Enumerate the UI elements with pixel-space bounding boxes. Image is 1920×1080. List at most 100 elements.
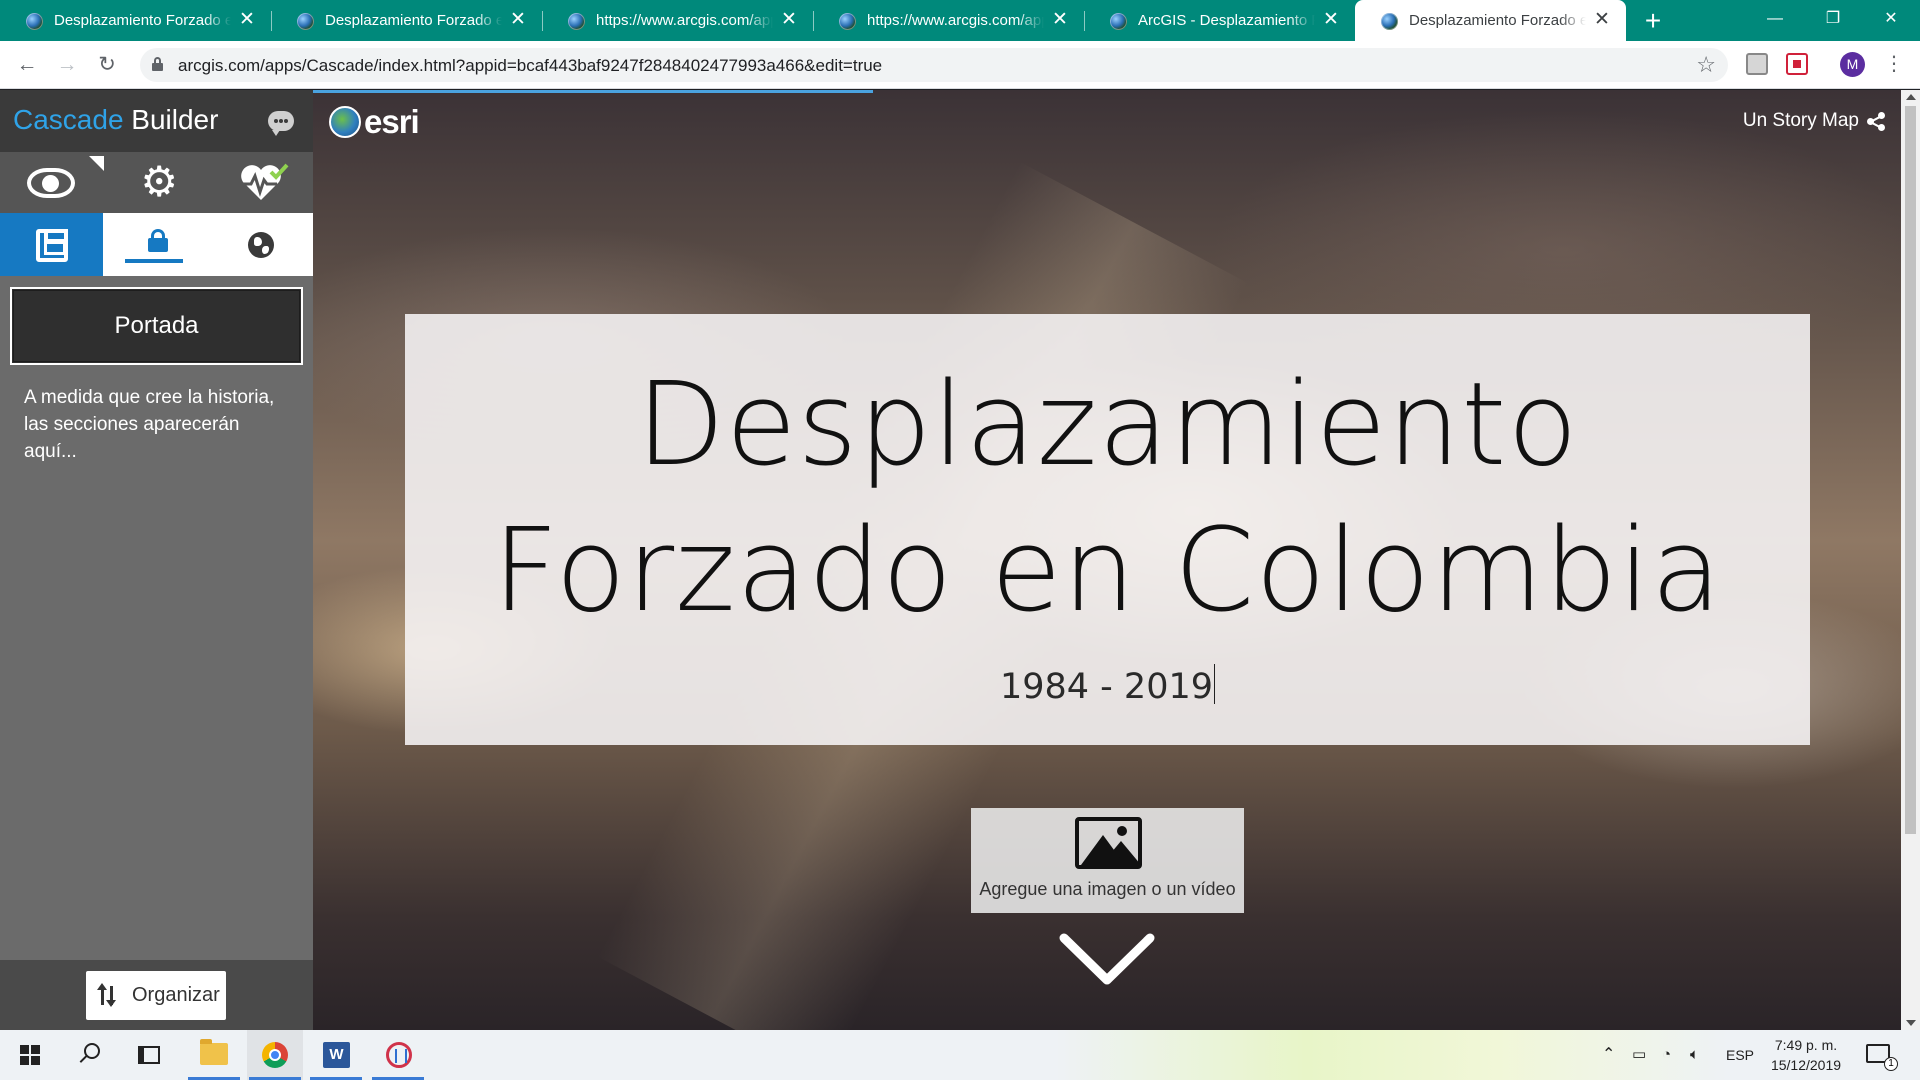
esri-logo[interactable]: esri [329,103,420,141]
system-clock[interactable]: 7:49 p. m. 15/12/2019 [1760,1035,1852,1075]
save-button[interactable] [0,213,103,276]
chrome-taskbar-button[interactable] [247,1030,303,1080]
arcgis-favicon-icon [26,13,43,30]
cover-title-card: Desplazamiento Forzado en Colombia 1984 … [405,314,1810,745]
restore-window-button[interactable]: ❐ [1804,0,1862,41]
gear-icon: ⚙ [140,158,178,205]
show-hidden-icons-chevron-icon[interactable]: ⌃ [1602,1030,1615,1080]
esri-globe-icon [329,106,361,138]
close-tab-icon[interactable]: ✕ [1050,10,1070,30]
close-tab-icon[interactable]: ✕ [237,10,257,30]
task-view-icon[interactable] [138,1046,160,1064]
browser-menu-icon[interactable]: ⋮ [1884,50,1904,80]
chevron-down-icon[interactable] [1058,930,1156,990]
chrome-icon [262,1042,288,1068]
lock-icon [148,229,168,252]
close-tab-icon[interactable]: ✕ [1592,10,1612,30]
bookmark-star-icon[interactable]: ☆ [1696,52,1716,78]
story-subtitle: 1984 - 2019 [999,667,1214,707]
floppy-save-icon [36,229,68,262]
snipping-tool-icon [386,1042,412,1068]
eye-icon [27,168,75,198]
health-check-icon [238,163,289,200]
arcgis-favicon-icon [568,13,585,30]
new-tab-button[interactable]: + [1626,0,1680,41]
search-icon[interactable] [78,1043,100,1065]
word-taskbar-button[interactable]: W [308,1030,364,1080]
sort-arrows-icon [97,983,116,1007]
url-text: arcgis.com/apps/Cascade/index.html?appid… [178,56,883,75]
share-public-button[interactable] [208,213,313,276]
profile-avatar[interactable]: M [1840,52,1865,77]
settings-button[interactable]: ⚙ [104,152,208,213]
add-media-label: Agregue una imagen o un vídeo [979,879,1236,899]
browser-tab-active[interactable]: Desplazamiento Forzado en Colombia ✕ [1355,0,1626,41]
volume-icon[interactable]: 🔈︎ [1690,1030,1699,1080]
tab-title: Desplazamiento Forzado en Colombia [54,12,231,29]
scroll-up-arrow-icon[interactable] [1906,94,1916,100]
forward-arrow-icon[interactable]: → [52,51,82,81]
text-cursor [1214,664,1216,704]
story-cover-stage: esri Un Story Map Desplazamiento Forzado… [313,90,1901,1030]
builder-actions-toolbar [0,213,313,276]
file-explorer-button[interactable] [186,1030,242,1080]
section-item-cover[interactable]: Portada [10,287,303,365]
browser-tab[interactable]: Desplazamiento Forzado en Colombia ✕ [271,0,542,41]
tab-title: https://www.arcgis.com/apps/ [596,12,773,29]
scroll-down-arrow-icon[interactable] [1906,1020,1916,1026]
tab-title: Desplazamiento Forzado en Colombia [1409,12,1586,29]
tab-title: https://www.arcgis.com/apps/ [867,12,1044,29]
windows-taskbar: W ⌃ ▭ ◔ 🔈︎ ESP 7:49 p. m. 15/12/2019 1 [0,1030,1920,1080]
arcgis-favicon-icon [297,13,314,30]
start-button[interactable] [2,1030,58,1080]
scrollbar-thumb[interactable] [1905,106,1916,834]
snipping-tool-button[interactable] [370,1030,426,1080]
page-scrollbar[interactable] [1901,90,1920,1030]
wifi-icon[interactable]: ◔ [1662,1030,1671,1080]
image-icon [1075,817,1142,869]
notification-count-badge: 1 [1884,1057,1898,1071]
builder-mode-toolbar: ⚙ [0,152,313,213]
builder-footer: Organizar [0,960,313,1030]
extension-icon[interactable] [1746,53,1768,75]
sections-hint: A medida que cree la historia, las secci… [24,387,275,462]
back-arrow-icon[interactable]: ← [12,51,42,81]
close-window-button[interactable]: ✕ [1862,0,1920,41]
minimize-window-button[interactable]: — [1746,0,1804,41]
close-tab-icon[interactable]: ✕ [508,10,528,30]
globe-icon [248,232,274,258]
add-media-button[interactable]: Agregue una imagen o un vídeo [971,808,1244,913]
organize-button[interactable]: Organizar [86,971,226,1020]
extension-icon[interactable] [1786,53,1808,75]
browser-toolbar: ← → ↻ arcgis.com/apps/Cascade/index.html… [0,41,1920,89]
close-tab-icon[interactable]: ✕ [779,10,799,30]
story-title[interactable]: Desplazamiento Forzado en Colombia [405,352,1810,644]
browser-tab[interactable]: ArcGIS - Desplazamiento Forzado ✕ [1084,0,1355,41]
tab-title: Desplazamiento Forzado en Colombia [325,12,502,29]
action-center-icon[interactable]: 1 [1866,1044,1898,1071]
secure-lock-icon[interactable] [152,57,163,71]
word-icon: W [323,1042,350,1068]
tab-title: ArcGIS - Desplazamiento Forzado [1138,12,1315,29]
browser-tab[interactable]: Desplazamiento Forzado en Colombia ✕ [0,0,271,41]
share-icon [1867,112,1885,131]
clock-time: 7:49 p. m. [1774,1037,1838,1053]
story-health-button[interactable] [209,152,313,213]
battery-icon[interactable]: ▭ [1632,1030,1646,1080]
browser-tab-strip: Desplazamiento Forzado en Colombia ✕ Des… [0,0,1920,41]
builder-header: Cascade Builder [0,90,313,152]
windows-logo-icon [20,1045,40,1065]
story-map-share-link[interactable]: Un Story Map [1743,110,1885,132]
feedback-chat-icon[interactable] [268,111,294,136]
browser-tab[interactable]: https://www.arcgis.com/apps/ ✕ [813,0,1084,41]
builder-brand: Cascade Builder [13,104,219,135]
close-tab-icon[interactable]: ✕ [1321,10,1341,30]
address-bar[interactable]: arcgis.com/apps/Cascade/index.html?appid… [140,48,1728,82]
selected-indicator [125,259,183,263]
reload-icon[interactable]: ↻ [92,51,122,81]
preview-button[interactable] [0,152,105,213]
share-private-button[interactable] [103,213,208,276]
browser-tab[interactable]: https://www.arcgis.com/apps/ ✕ [542,0,813,41]
input-language[interactable]: ESP [1726,1030,1754,1080]
story-subtitle-field[interactable]: 1984 - 2019 [405,664,1810,707]
